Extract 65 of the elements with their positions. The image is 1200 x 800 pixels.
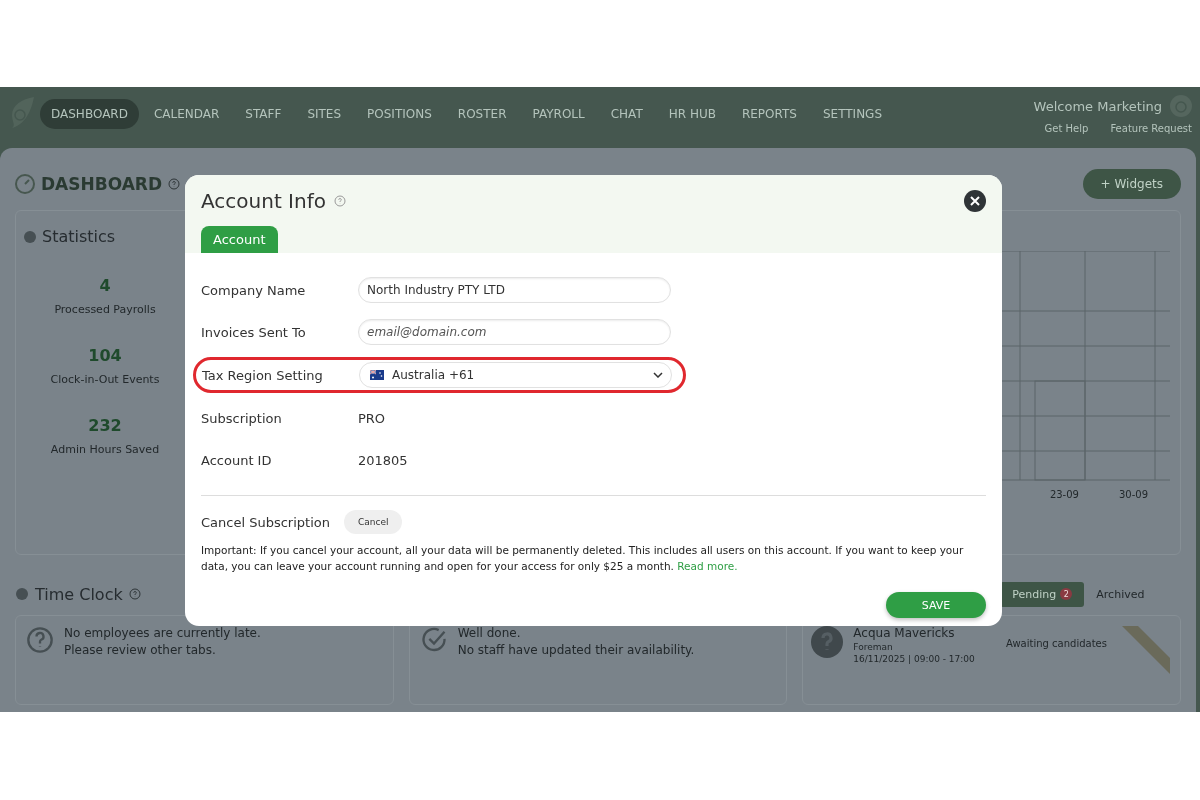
field-label: Cancel Subscription <box>201 514 330 530</box>
nav-tab[interactable]: CALENDAR <box>142 99 231 129</box>
shift-tab[interactable]: Archived <box>1084 581 1157 607</box>
nav-tab[interactable]: PAYROLL <box>521 99 596 129</box>
nav-tab[interactable]: ROSTER <box>446 99 518 129</box>
field-label: Tax Region Setting <box>202 367 324 383</box>
field-label: Account ID <box>201 452 273 468</box>
close-icon <box>970 196 980 206</box>
check-circle-icon <box>419 626 448 654</box>
notice-text: Please review other tabs. <box>64 643 217 657</box>
question-icon <box>26 626 54 654</box>
field-label: Subscription <box>201 410 283 426</box>
nav-tab[interactable]: SITES <box>296 99 353 129</box>
field-label: Company Name <box>201 282 307 298</box>
read-more-link[interactable]: Read more. <box>677 560 738 572</box>
shift-role: Foreman <box>853 642 894 652</box>
field-value: 201805 <box>358 452 408 468</box>
nav-tab[interactable]: CHAT <box>599 99 654 129</box>
stat-label: Admin Hours Saved <box>50 443 160 456</box>
stat-value: 104 <box>88 346 122 365</box>
shift-time: 16/11/2025 | 09:00 - 17:00 <box>853 654 976 664</box>
help-icon <box>168 178 181 190</box>
header-link[interactable]: Feature Request <box>1110 123 1192 134</box>
axis-label: 30-09 <box>1118 489 1148 500</box>
nav-tab[interactable]: POSITIONS <box>356 99 443 129</box>
section-title: Time Clock <box>35 584 123 604</box>
gauge-icon <box>15 174 35 194</box>
nav-tab[interactable]: HR HUB <box>657 99 727 129</box>
flag-icon <box>370 370 384 380</box>
ribbon-drawing <box>1122 626 1170 674</box>
stat-label: Processed Payrolls <box>54 303 156 316</box>
stat-value: 232 <box>88 416 122 435</box>
welcome-text: Welcome Marketing <box>1033 98 1162 114</box>
chevron-down-icon <box>653 372 663 378</box>
header-link[interactable]: Get Help <box>1044 123 1089 134</box>
nav-tab[interactable]: REPORTS <box>730 99 808 129</box>
nav-tab[interactable]: DASHBOARD <box>40 99 139 129</box>
save-button[interactable]: SAVE <box>886 592 986 618</box>
widgets-button[interactable]: + Widgets <box>1082 169 1181 199</box>
help-icon <box>128 588 141 600</box>
axis-label: 23-09 <box>1049 489 1079 500</box>
dialog-title: Account Info <box>201 189 326 213</box>
section-title: Statistics <box>42 227 116 246</box>
nav-tab[interactable]: SETTINGS <box>811 99 894 129</box>
cancel-button[interactable]: Cancel <box>343 510 403 534</box>
help-icon <box>333 195 346 207</box>
count-badge: 2 <box>1060 588 1073 600</box>
nav-tab[interactable]: STAFF <box>234 99 293 129</box>
stat-value: 4 <box>99 276 111 295</box>
text-field[interactable]: email@domain.com <box>358 319 671 345</box>
stat-label: Clock-in-Out Events <box>50 373 160 386</box>
notice-text: No employees are currently late. <box>64 626 261 640</box>
shift-tab[interactable]: Pending 2 <box>1000 581 1085 607</box>
question-badge-icon <box>811 626 844 658</box>
shift-status: Awaiting candidates <box>1006 637 1108 651</box>
field-label: Invoices Sent To <box>201 324 307 340</box>
dialog-tab[interactable]: Account <box>201 226 278 253</box>
dashboard-title: DASHBOARD <box>41 174 163 194</box>
warning-text: Important: If you cancel your account, all your data will be permanently deleted. This includes all users on this account. If you want to keep your data, you can leave your account running and open for your access for only $25 a month. Read more. <box>201 543 965 574</box>
notice-text: No staff have updated their availability. <box>457 643 695 657</box>
close-button[interactable] <box>964 190 986 212</box>
shift-name: Acqua Mavericks <box>853 626 956 640</box>
field-value: PRO <box>358 410 386 426</box>
notice-text: Well done. <box>457 626 522 640</box>
text-field[interactable]: North Industry PTY LTD <box>358 277 671 303</box>
